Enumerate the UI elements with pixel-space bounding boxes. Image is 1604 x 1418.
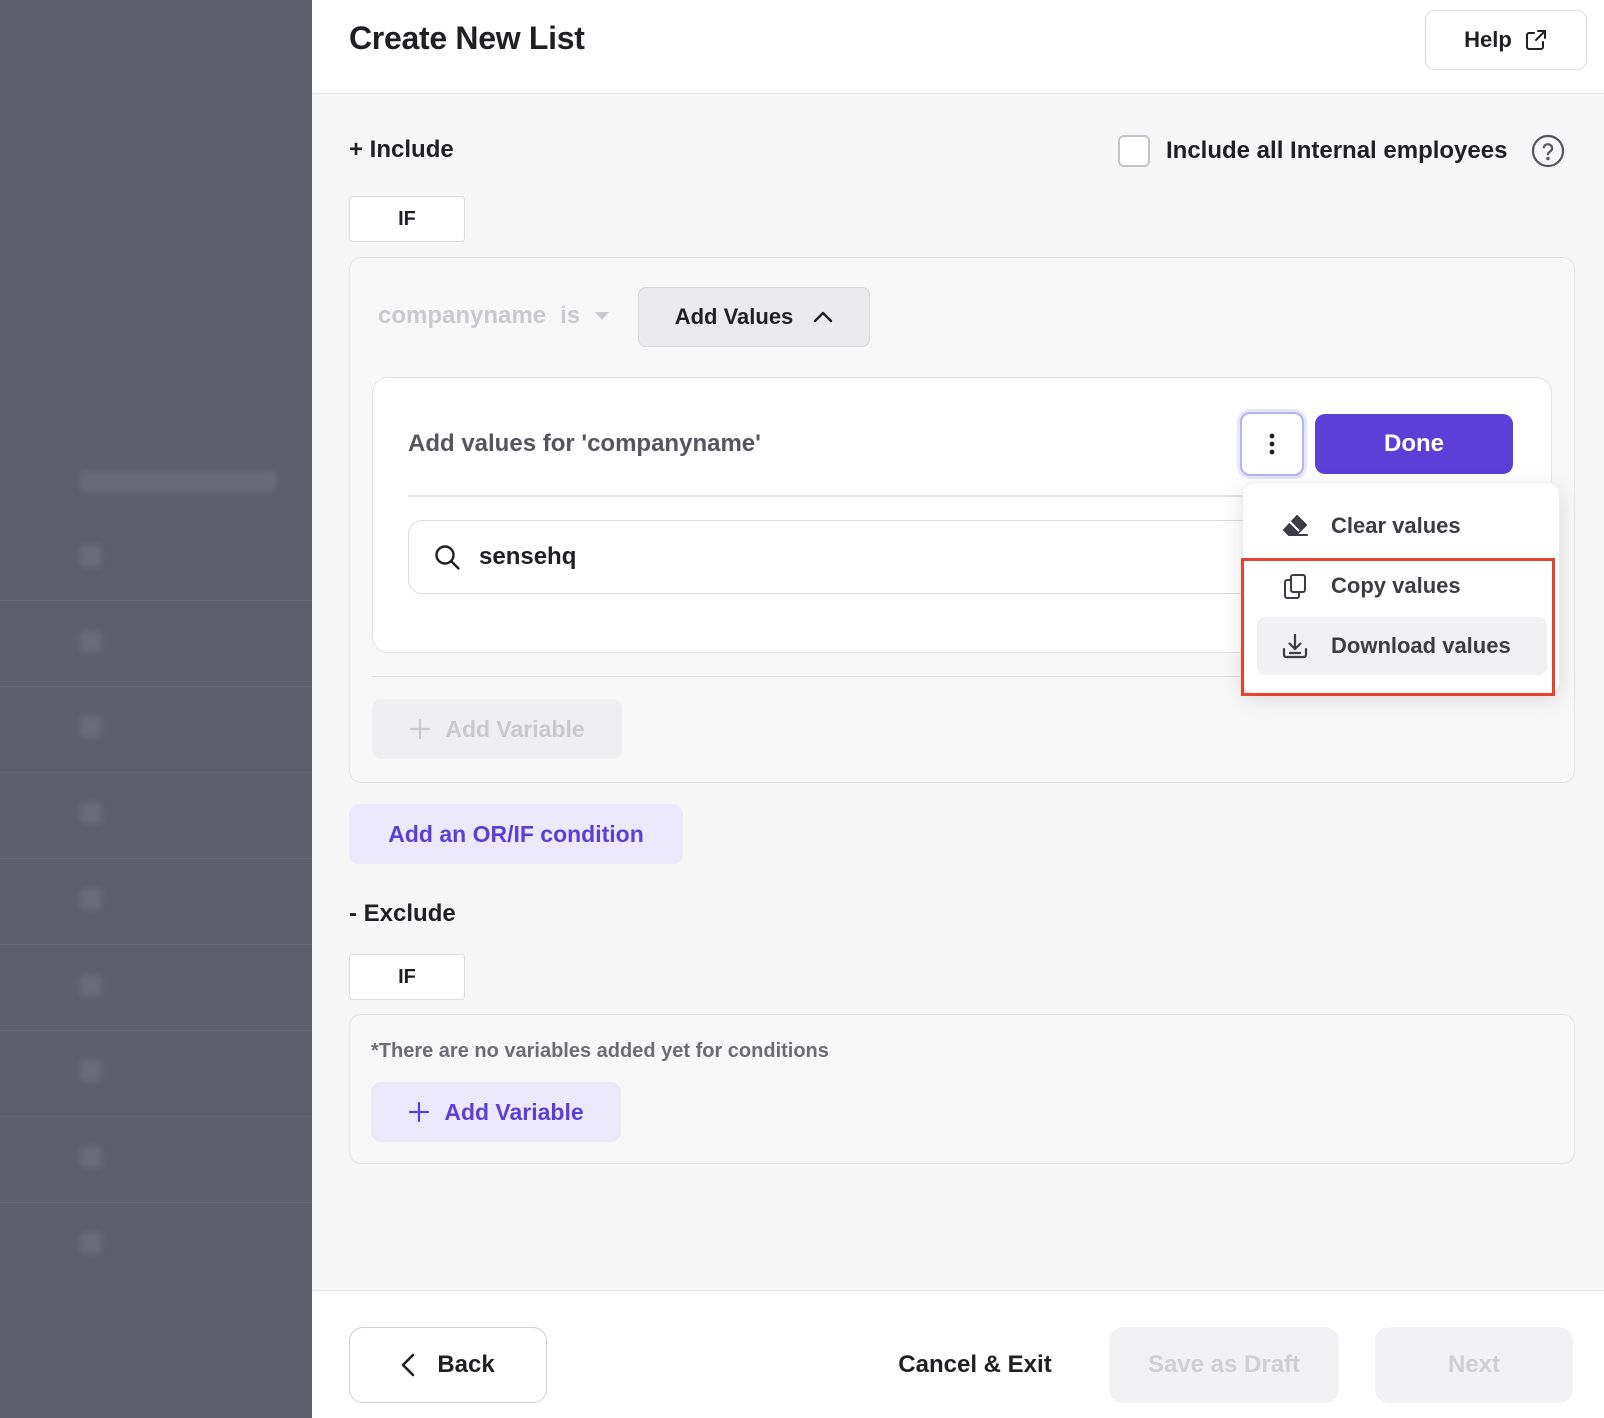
back-label: Back (437, 1351, 495, 1378)
blurred-sidebar-item (80, 630, 102, 652)
internal-employees-option: Include all Internal employees (1118, 134, 1565, 168)
help-label: Help (1464, 27, 1512, 52)
exclude-heading: - Exclude (349, 900, 456, 927)
blurred-sidebar-item (80, 1232, 102, 1254)
caret-down-icon (594, 311, 610, 321)
panel-footer: Back Cancel & Exit Save as Draft Next (312, 1290, 1604, 1418)
external-link-icon (1524, 28, 1548, 52)
blurred-divider (0, 1202, 312, 1203)
plus-icon (409, 718, 431, 740)
blurred-divider (0, 858, 312, 859)
blurred-divider (0, 772, 312, 773)
search-value: sensehq (479, 543, 577, 570)
blurred-sidebar-item (80, 1146, 102, 1168)
no-variables-note: *There are no variables added yet for co… (371, 1040, 829, 1062)
blurred-divider (0, 1116, 312, 1117)
chevron-up-icon (813, 311, 833, 323)
include-heading: + Include (349, 136, 454, 163)
panel-header: Create New List Help (312, 0, 1604, 94)
clear-values-item[interactable]: Clear values (1257, 497, 1547, 555)
next-button[interactable]: Next (1375, 1327, 1573, 1403)
add-values-label: Add Values (674, 304, 794, 329)
copy-icon (1281, 572, 1309, 600)
blurred-sidebar-item (80, 716, 102, 738)
values-search-input[interactable]: sensehq (408, 520, 1268, 594)
download-icon (1281, 632, 1309, 660)
eraser-icon (1281, 512, 1309, 540)
create-list-panel: Create New List Help + Include Include a… (312, 0, 1604, 1418)
cancel-exit-button[interactable]: Cancel & Exit (880, 1327, 1070, 1403)
download-values-label: Download values (1331, 633, 1511, 658)
blurred-sidebar-item (80, 802, 102, 824)
values-card-title: Add values for 'companyname' (408, 430, 761, 457)
add-variable-button-disabled[interactable]: Add Variable (372, 699, 622, 759)
blurred-sidebar-item (80, 974, 102, 996)
blurred-sidebar-item (80, 1060, 102, 1082)
clear-values-label: Clear values (1331, 513, 1461, 538)
add-variable-label: Add Variable (445, 715, 585, 742)
blurred-sidebar-title (80, 470, 276, 492)
background-overlay (0, 0, 312, 1418)
help-button[interactable]: Help (1425, 10, 1587, 70)
exclude-if-tag: IF (349, 954, 465, 1000)
exclude-add-variable-button[interactable]: Add Variable (371, 1082, 621, 1142)
blurred-sidebar-item (80, 545, 102, 567)
copy-values-label: Copy values (1331, 573, 1461, 598)
blurred-divider (0, 944, 312, 945)
values-options-menu: Clear values Copy values Download values (1242, 482, 1560, 694)
chevron-left-icon (401, 1353, 415, 1377)
blurred-divider (0, 600, 312, 601)
plus-icon (408, 1101, 430, 1123)
variable-name: companyname (378, 302, 547, 329)
save-draft-button[interactable]: Save as Draft (1109, 1327, 1339, 1403)
add-or-if-condition-button[interactable]: Add an OR/IF condition (349, 804, 683, 864)
internal-employees-checkbox[interactable] (1118, 135, 1150, 167)
blurred-sidebar-item (80, 888, 102, 910)
exclude-add-variable-label: Add Variable (444, 1098, 584, 1125)
values-divider (408, 495, 1248, 497)
more-options-button[interactable] (1240, 412, 1304, 476)
copy-values-item[interactable]: Copy values (1257, 557, 1547, 615)
done-button[interactable]: Done (1315, 414, 1513, 474)
blurred-divider (0, 1030, 312, 1031)
add-values-button[interactable]: Add Values (638, 287, 870, 347)
operator-label: is (560, 302, 581, 329)
help-circle-icon[interactable] (1531, 134, 1565, 168)
search-icon (433, 543, 461, 571)
kebab-menu-icon (1269, 432, 1275, 456)
internal-employees-label: Include all Internal employees (1166, 137, 1508, 164)
condition-variable-selector[interactable]: companyname is (378, 302, 610, 330)
download-values-item[interactable]: Download values (1257, 617, 1547, 675)
include-if-tag: IF (349, 196, 465, 242)
blurred-divider (0, 686, 312, 687)
page-title: Create New List (349, 20, 585, 56)
back-button[interactable]: Back (349, 1327, 547, 1403)
